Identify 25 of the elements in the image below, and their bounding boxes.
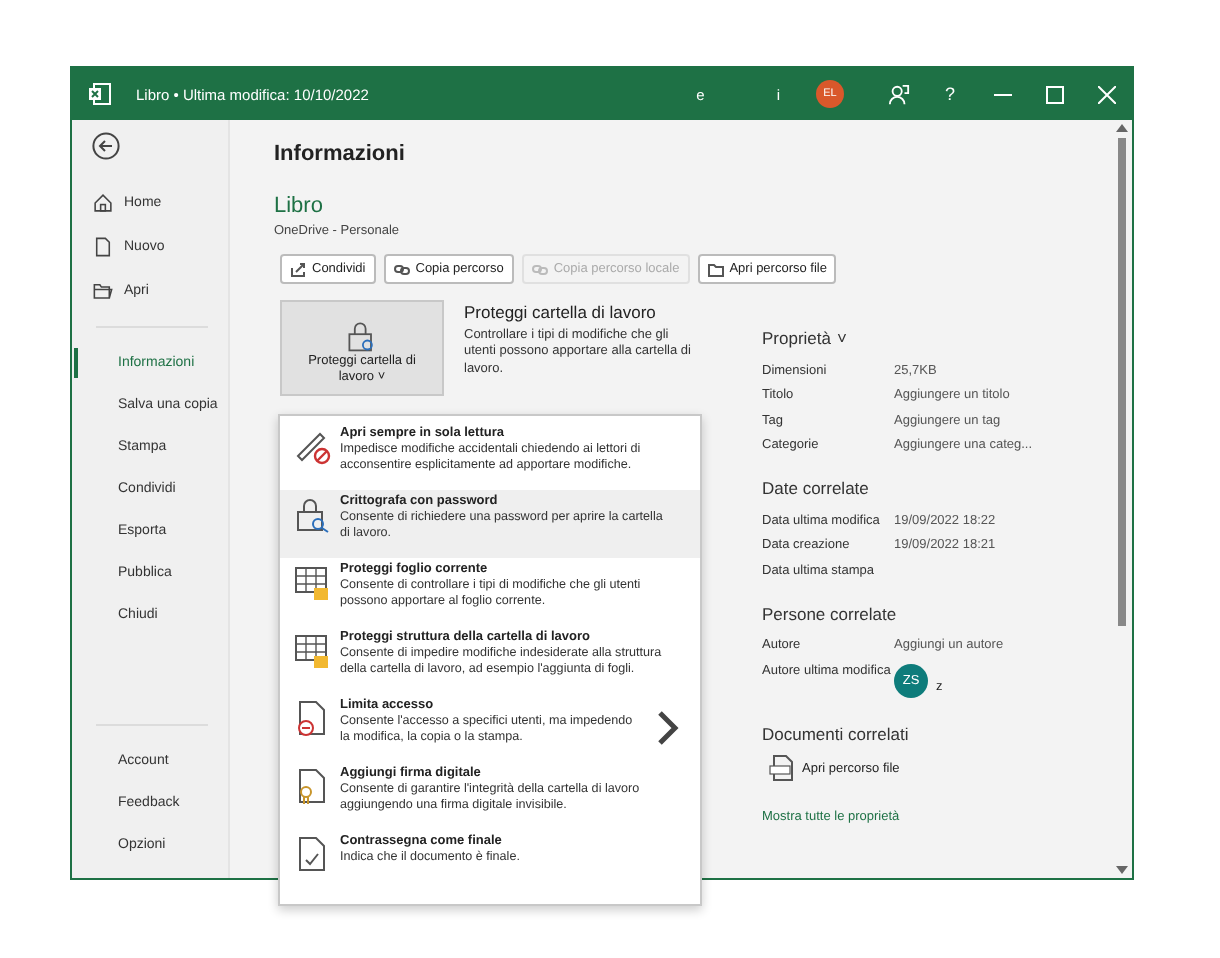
- html-file-icon: [768, 754, 796, 782]
- link-icon: [393, 261, 410, 277]
- caret-icon[interactable]: ˅: [837, 328, 847, 348]
- folder-icon: [707, 261, 724, 277]
- section-heading: Proprietà: [762, 328, 831, 348]
- folder-icon: [92, 279, 114, 301]
- scroll-down-icon[interactable]: [1116, 866, 1128, 874]
- section-heading: Persone correlate: [762, 603, 899, 623]
- scroll-up-icon[interactable]: [1116, 124, 1128, 132]
- help-button[interactable]: ?: [924, 68, 976, 120]
- sheet-lock-icon: [292, 562, 332, 602]
- section-heading: Documenti correlati: [762, 724, 911, 744]
- file-name: Libro: [274, 194, 325, 218]
- link-icon: [531, 261, 548, 277]
- lock-icon: [292, 494, 332, 534]
- home-icon: [92, 191, 114, 213]
- page-title: Informazioni: [274, 142, 407, 166]
- document-icon: [92, 235, 114, 257]
- back-icon[interactable]: [92, 132, 120, 160]
- scrollbar[interactable]: [1116, 124, 1128, 874]
- sheet-lock-icon: [292, 630, 332, 670]
- section-heading: Date correlate: [762, 478, 871, 498]
- section-title: Proteggi cartella di lavoro: [464, 302, 658, 322]
- spreadsheet-logo-icon: [88, 82, 112, 106]
- share-icon: [290, 261, 306, 277]
